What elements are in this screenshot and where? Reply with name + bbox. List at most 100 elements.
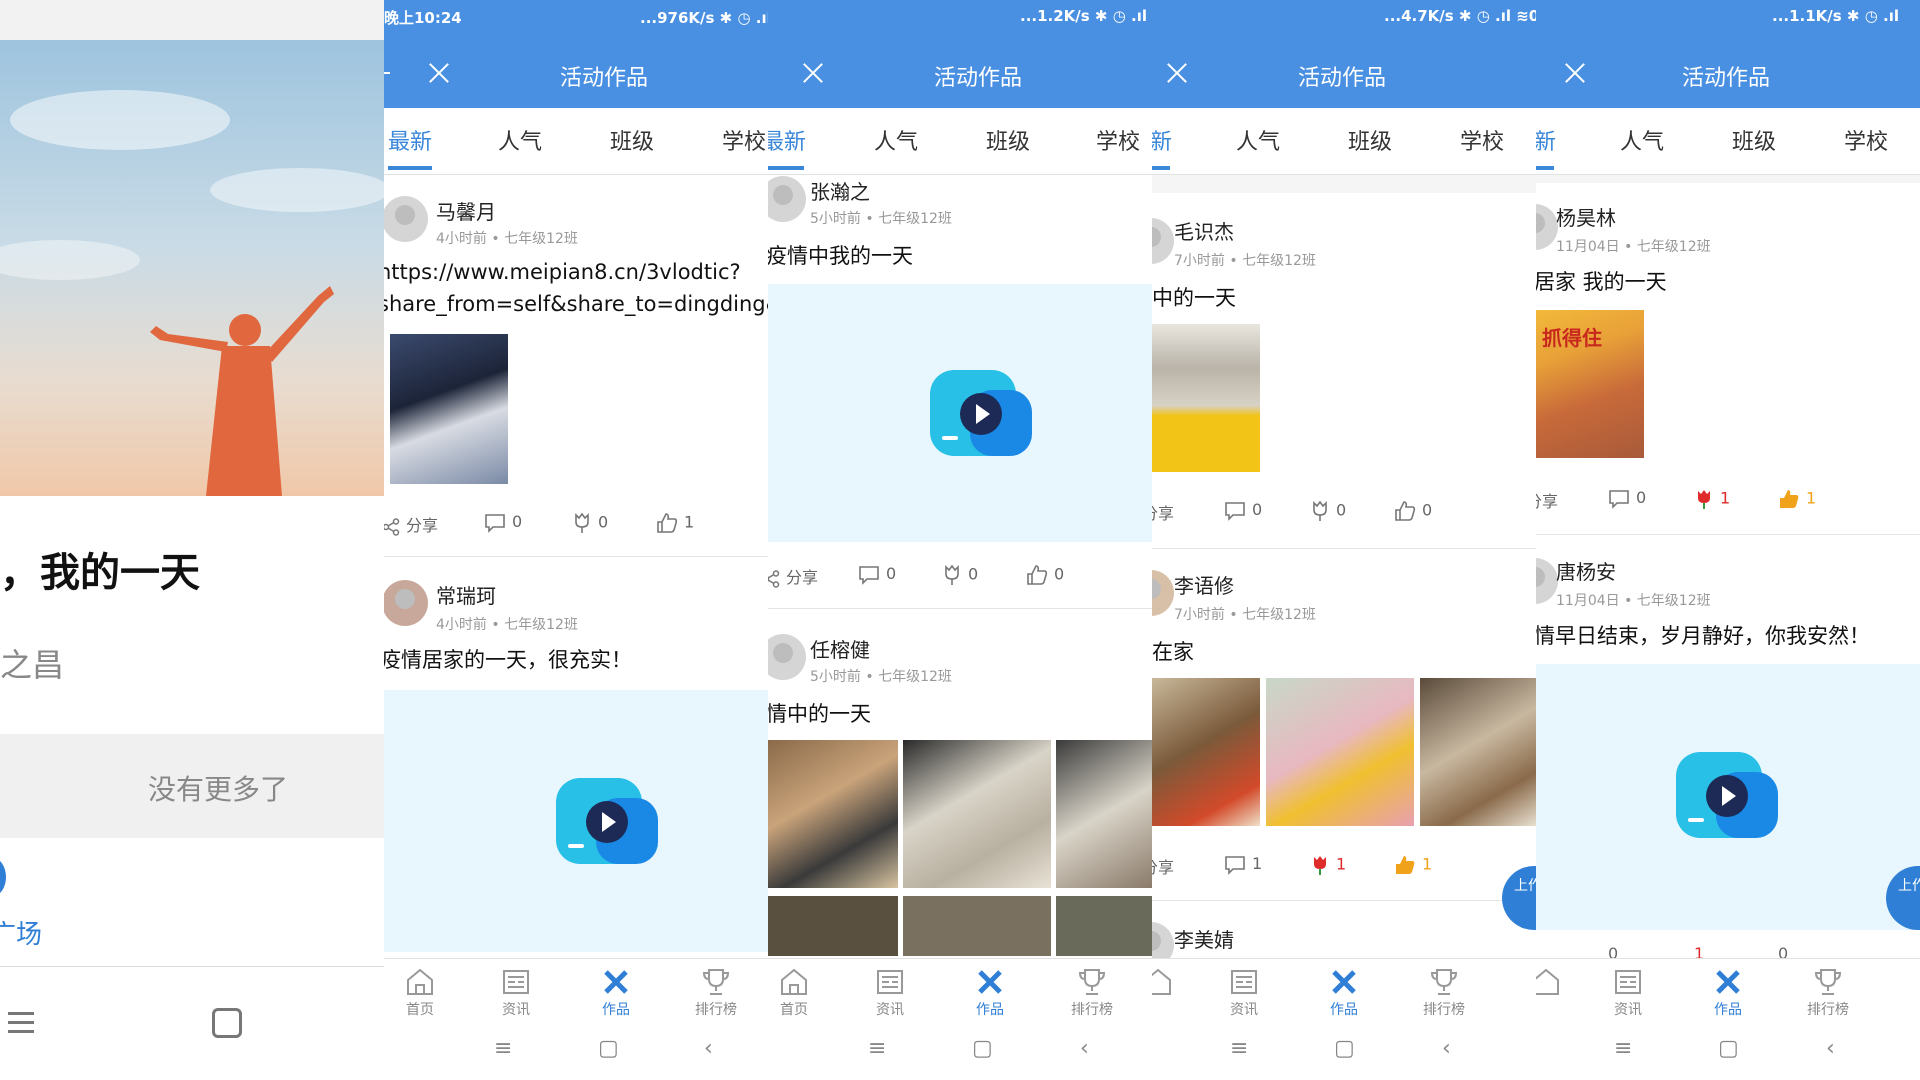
like-button[interactable]: 1	[1394, 854, 1432, 876]
nav-home[interactable]: 首页	[384, 967, 460, 1019]
sys-back-icon[interactable]: ‹	[1442, 1036, 1451, 1061]
flower-button[interactable]: 1	[1310, 854, 1346, 876]
comment-button[interactable]: 0	[1608, 944, 1618, 958]
nav-news[interactable]: 资讯	[1588, 967, 1668, 1019]
nav-news[interactable]: 资讯	[850, 967, 930, 1019]
tab-class[interactable]: 班级	[986, 124, 1030, 156]
share-button[interactable]: 分享	[384, 512, 438, 536]
tab-latest[interactable]: 最新	[388, 124, 432, 156]
like-button[interactable]: 0	[1026, 564, 1064, 586]
avatar[interactable]	[384, 196, 428, 242]
video-thumbnail[interactable]	[1536, 664, 1920, 930]
video-play-icon[interactable]	[930, 370, 1034, 458]
nav-news[interactable]: 资讯	[476, 967, 556, 1019]
close-icon[interactable]	[800, 60, 826, 86]
flower-button[interactable]: 0	[1310, 500, 1346, 522]
sys-home-button[interactable]	[212, 1008, 242, 1038]
post-image[interactable]	[1056, 896, 1152, 956]
share-button[interactable]: 分享	[1536, 488, 1558, 512]
share-button[interactable]: 分享	[1152, 854, 1174, 878]
like-button[interactable]: 0	[1778, 944, 1788, 958]
video-thumbnail[interactable]	[384, 690, 768, 952]
square-button[interactable]	[0, 858, 6, 896]
tab-school[interactable]: 学校	[1460, 124, 1504, 156]
back-arrow-icon[interactable]	[384, 72, 390, 74]
post-image[interactable]: 抓得住	[1536, 310, 1644, 458]
flower-button[interactable]: 1	[1694, 944, 1704, 958]
nav-ranking[interactable]: 排行榜	[1788, 967, 1868, 1019]
tab-latest[interactable]: 新	[1536, 124, 1556, 156]
nav-works[interactable]: 作品	[950, 967, 1030, 1019]
square-label[interactable]: 广场	[0, 914, 42, 951]
avatar[interactable]	[768, 176, 806, 222]
like-button[interactable]: 1	[1778, 488, 1816, 510]
post-image[interactable]	[903, 740, 1051, 888]
post-author[interactable]: 杨昊林	[1556, 202, 1616, 231]
avatar[interactable]	[768, 634, 806, 680]
post-image[interactable]	[903, 896, 1051, 956]
post-author[interactable]: 毛识杰	[1174, 216, 1234, 245]
comment-button[interactable]: 0	[1608, 488, 1646, 509]
nav-ranking[interactable]: 排行榜	[676, 967, 756, 1019]
flower-button[interactable]: 0	[942, 564, 978, 586]
close-icon[interactable]	[1164, 60, 1190, 86]
post-author[interactable]: 任榕健	[810, 634, 870, 663]
sys-menu-icon[interactable]: ≡	[494, 1036, 512, 1061]
tab-class[interactable]: 班级	[1348, 124, 1392, 156]
video-play-icon[interactable]	[1676, 752, 1780, 840]
tab-class[interactable]: 班级	[1732, 124, 1776, 156]
nav-works[interactable]: 作品	[1304, 967, 1384, 1019]
tab-class[interactable]: 班级	[610, 124, 654, 156]
video-play-icon[interactable]	[556, 778, 660, 866]
sys-menu-icon[interactable]: ≡	[1230, 1036, 1248, 1061]
nav-ranking[interactable]: 排行榜	[1404, 967, 1484, 1019]
tab-school[interactable]: 学校	[1844, 124, 1888, 156]
nav-ranking[interactable]: 排行榜	[1052, 967, 1132, 1019]
avatar[interactable]	[1152, 570, 1174, 616]
tab-popular[interactable]: 人气	[1620, 124, 1664, 156]
post-image[interactable]	[1152, 678, 1260, 826]
post-author[interactable]: 常瑞珂	[436, 580, 496, 609]
post-author[interactable]: 唐杨安	[1556, 556, 1616, 585]
sys-back-icon[interactable]: ‹	[1826, 1036, 1835, 1061]
nav-home[interactable]	[1536, 967, 1586, 999]
tab-popular[interactable]: 人气	[1236, 124, 1280, 156]
nav-news[interactable]: 资讯	[1204, 967, 1284, 1019]
post-image[interactable]	[1152, 324, 1260, 472]
like-button[interactable]: 1	[656, 512, 694, 534]
sys-menu-icon[interactable]: ≡	[868, 1036, 886, 1061]
sys-menu-icon[interactable]: ≡	[1614, 1036, 1632, 1061]
avatar[interactable]	[1536, 558, 1558, 604]
flower-button[interactable]: 1	[1694, 488, 1730, 510]
post-image[interactable]	[1056, 740, 1152, 888]
post-image[interactable]	[768, 896, 898, 956]
sys-home-icon[interactable]: ▢	[598, 1036, 619, 1061]
avatar[interactable]	[1536, 204, 1558, 250]
tab-popular[interactable]: 人气	[498, 124, 542, 156]
post-author[interactable]: 李美婧	[1174, 924, 1234, 953]
post-author[interactable]: 李语修	[1174, 570, 1234, 599]
nav-home[interactable]: 首页	[768, 967, 834, 1019]
share-button[interactable]: 分享	[768, 564, 818, 588]
post-image[interactable]	[1420, 678, 1536, 826]
post-image[interactable]	[1266, 678, 1414, 826]
post-author[interactable]: 张瀚之	[810, 176, 870, 205]
sys-menu-button[interactable]	[8, 1012, 34, 1033]
tab-latest[interactable]: 最新	[768, 124, 806, 156]
nav-works[interactable]: 作品	[576, 967, 656, 1019]
share-button[interactable]: 分享	[1152, 500, 1174, 524]
nav-works[interactable]: 作品	[1688, 967, 1768, 1019]
post-image[interactable]	[768, 740, 898, 888]
like-button[interactable]: 0	[1394, 500, 1432, 522]
video-thumbnail[interactable]	[768, 284, 1152, 542]
flower-button[interactable]: 0	[572, 512, 608, 534]
tab-school[interactable]: 学校	[1096, 124, 1140, 156]
tab-school[interactable]: 学校	[722, 124, 766, 156]
sys-home-icon[interactable]: ▢	[1718, 1036, 1739, 1061]
comment-button[interactable]: 1	[1224, 854, 1262, 875]
sys-home-icon[interactable]: ▢	[972, 1036, 993, 1061]
avatar[interactable]	[1152, 218, 1174, 264]
avatar[interactable]	[384, 580, 428, 626]
sys-back-icon[interactable]: ‹	[1080, 1036, 1089, 1061]
post-image[interactable]	[390, 334, 508, 484]
